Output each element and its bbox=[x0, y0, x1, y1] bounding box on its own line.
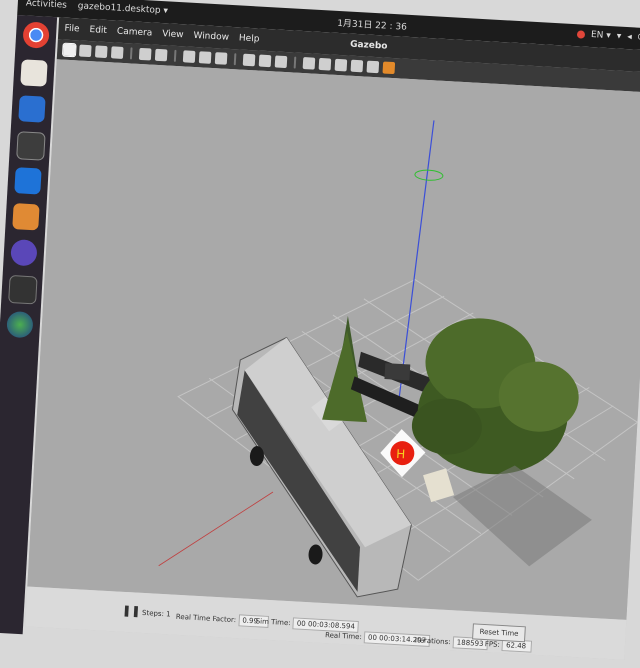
copy-icon[interactable] bbox=[302, 57, 316, 70]
toolbar-separator bbox=[173, 49, 177, 62]
sublime-icon[interactable] bbox=[12, 203, 40, 231]
directional-light-icon[interactable] bbox=[274, 55, 288, 69]
undo-icon[interactable] bbox=[138, 47, 152, 61]
files-icon[interactable] bbox=[20, 59, 48, 87]
terminal-icon[interactable] bbox=[8, 274, 38, 305]
menu-file[interactable]: File bbox=[64, 24, 80, 35]
menu-view[interactable]: View bbox=[162, 29, 184, 40]
gazebo-window: File Edit Camera View Window Help Gazebo bbox=[25, 17, 640, 660]
toolbar-separator bbox=[233, 53, 237, 66]
steps-value[interactable]: 1 bbox=[166, 610, 171, 618]
change-view-icon[interactable] bbox=[366, 60, 380, 74]
point-light-icon[interactable] bbox=[242, 53, 256, 67]
translate-icon[interactable] bbox=[78, 44, 92, 58]
document-icon[interactable] bbox=[18, 95, 46, 123]
sphere-shape-icon[interactable] bbox=[198, 51, 212, 64]
system-tray[interactable]: EN ▾ ▾ ◂ ⏻ bbox=[576, 29, 640, 43]
desktop-screen: Activities gazebo11.desktop ▾ 1月31日 22 :… bbox=[0, 0, 640, 668]
app-menu[interactable]: gazebo11.desktop ▾ bbox=[77, 1, 168, 16]
menu-window[interactable]: Window bbox=[193, 31, 229, 43]
paste-icon[interactable] bbox=[318, 57, 332, 71]
align-icon[interactable] bbox=[334, 58, 348, 72]
menu-help[interactable]: Help bbox=[239, 33, 260, 44]
reset-time-button[interactable]: Reset Time bbox=[472, 623, 526, 643]
toolbar-separator bbox=[129, 47, 133, 60]
chrome-icon[interactable] bbox=[22, 21, 50, 49]
pause-button[interactable]: ❚❚ bbox=[122, 604, 141, 618]
rotate-icon[interactable] bbox=[94, 45, 108, 59]
menu-edit[interactable]: Edit bbox=[89, 25, 107, 36]
cylinder-icon[interactable] bbox=[214, 52, 228, 65]
menu-camera[interactable]: Camera bbox=[117, 27, 153, 39]
scene-render[interactable]: H bbox=[27, 59, 640, 620]
redo-icon[interactable] bbox=[154, 48, 168, 62]
scale-icon[interactable] bbox=[110, 46, 124, 59]
activities-button[interactable]: Activities bbox=[26, 0, 68, 11]
sphere-icon[interactable] bbox=[6, 310, 34, 339]
screenshot-icon[interactable] bbox=[382, 61, 396, 75]
window-icon[interactable] bbox=[16, 131, 46, 161]
teamviewer-icon[interactable] bbox=[14, 167, 42, 195]
keyboard-layout[interactable]: EN ▾ bbox=[591, 30, 611, 41]
toolbar-separator bbox=[293, 56, 297, 69]
steps-label: Steps: 1 bbox=[141, 608, 171, 619]
tray-red-icon[interactable] bbox=[576, 30, 586, 39]
network-icon[interactable]: ▾ bbox=[616, 31, 621, 41]
snap-icon[interactable] bbox=[350, 59, 364, 73]
svg-text:H: H bbox=[396, 447, 406, 461]
volume-icon[interactable]: ◂ bbox=[627, 32, 632, 42]
window-title: Gazebo bbox=[349, 39, 388, 52]
scene-viewport[interactable]: H bbox=[27, 59, 640, 620]
clock[interactable]: 1月31日 22 : 36 bbox=[337, 16, 407, 33]
select-icon[interactable] bbox=[61, 42, 77, 58]
spot-light-icon[interactable] bbox=[258, 54, 272, 68]
box-icon[interactable] bbox=[182, 50, 196, 63]
app-icon[interactable] bbox=[10, 239, 38, 267]
